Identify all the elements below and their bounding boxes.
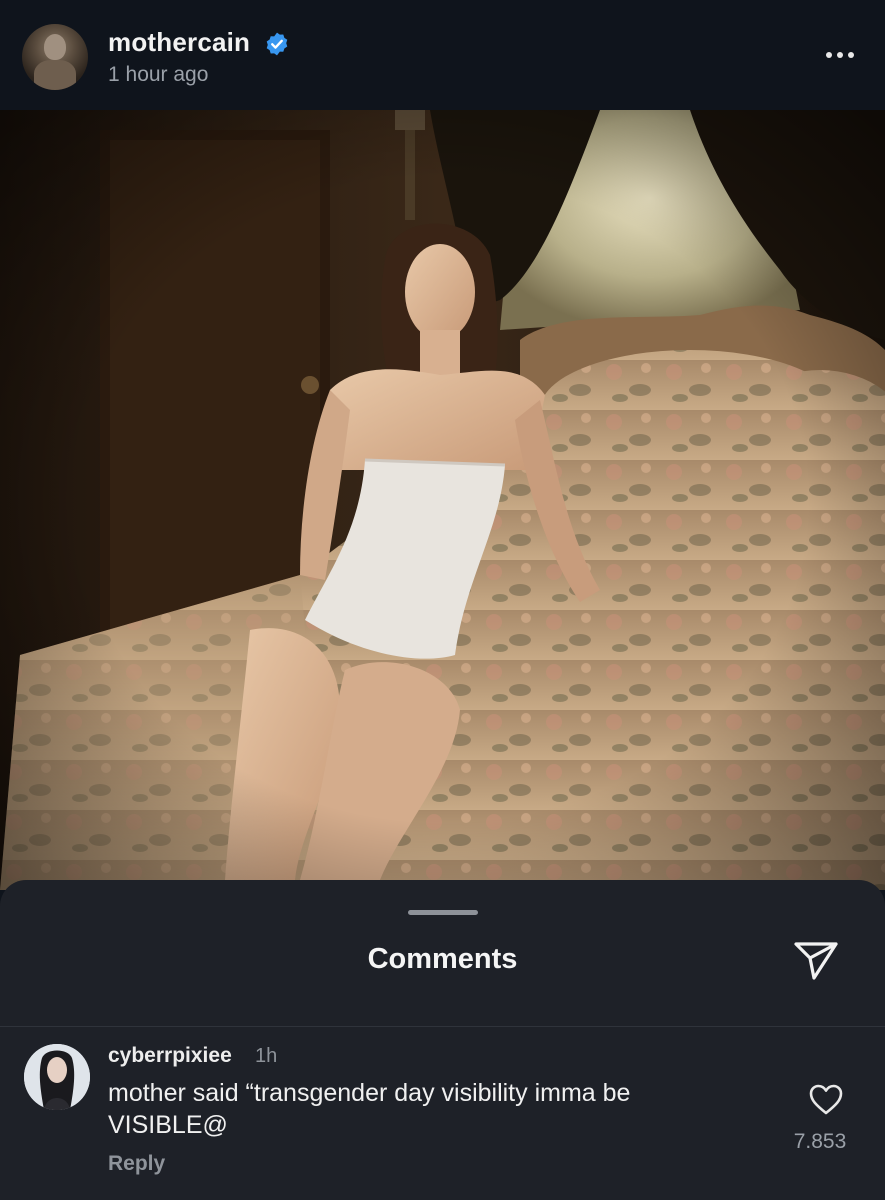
comments-title: Comments [367, 943, 518, 975]
post-timestamp: 1 hour ago [108, 63, 209, 86]
reply-button[interactable]: Reply [108, 1152, 165, 1176]
post-photo[interactable] [0, 110, 885, 890]
commenter-avatar[interactable] [24, 1044, 90, 1110]
more-options-button[interactable] [818, 40, 862, 70]
send-icon[interactable] [790, 938, 842, 984]
comments-sheet: Comments cyberrpixiee 1h mother said “tr… [0, 880, 885, 1200]
comment-text: mother said “transgender day visibility … [108, 1079, 631, 1139]
commenter-username[interactable]: cyberrpixiee [108, 1044, 232, 1068]
post-author-avatar[interactable] [22, 24, 88, 90]
like-count: 7.853 [793, 1130, 847, 1153]
comment-time: 1h [255, 1045, 278, 1067]
more-horizontal-icon [826, 52, 832, 58]
post-author-username[interactable]: mothercain [108, 27, 250, 58]
post-image [0, 110, 885, 890]
sheet-divider [0, 1026, 885, 1027]
post-header: mothercain 1 hour ago [0, 0, 885, 110]
sheet-drag-handle[interactable] [408, 910, 478, 915]
heart-outline-icon[interactable] [808, 1082, 844, 1118]
verified-badge-icon [266, 32, 288, 56]
